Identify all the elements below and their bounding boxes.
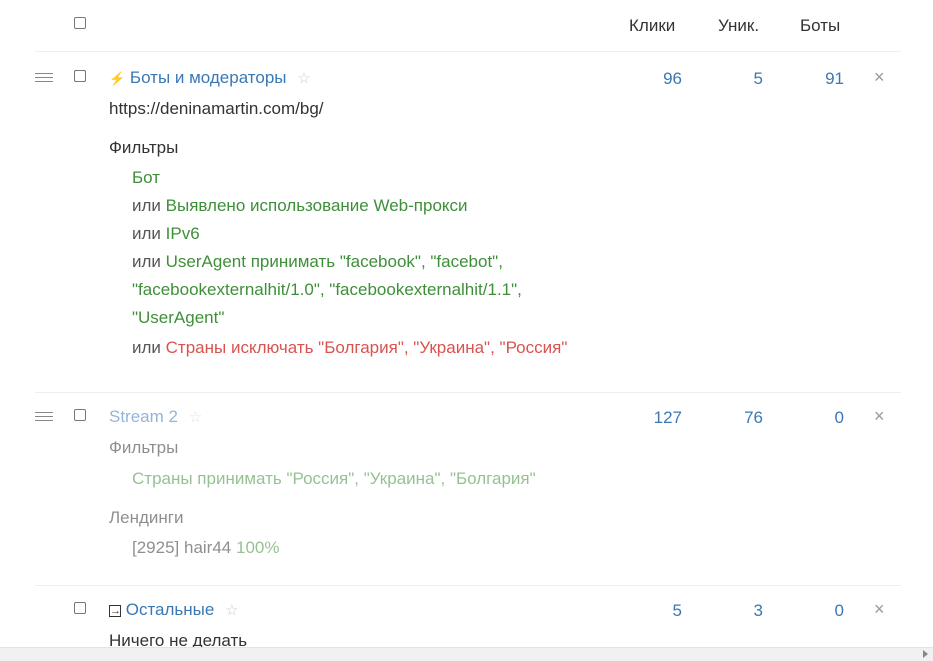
stream-bots[interactable]: 0 [784, 408, 844, 428]
filter-condition: или Страны исключать "Болгария", "Украин… [132, 338, 568, 357]
stream-unique[interactable]: 76 [703, 408, 763, 428]
drag-handle-icon[interactable] [35, 412, 53, 422]
horizontal-scrollbar[interactable] [0, 647, 933, 661]
close-icon[interactable]: × [874, 68, 885, 86]
scroll-right-arrow-icon[interactable] [923, 650, 928, 658]
column-header-bots[interactable]: Боты [800, 16, 840, 36]
landing-name[interactable]: [2925] hair44 [132, 538, 231, 557]
stream-unique[interactable]: 3 [703, 601, 763, 621]
stream-name-link[interactable]: Боты и модераторы [130, 68, 287, 87]
stream-bots[interactable]: 91 [784, 69, 844, 89]
row-divider [35, 585, 901, 586]
stream-checkbox[interactable] [74, 602, 86, 614]
star-icon[interactable]: ☆ [189, 409, 202, 426]
stream-clicks[interactable]: 127 [622, 408, 682, 428]
stream-bots[interactable]: 0 [784, 601, 844, 621]
exit-arrow-icon: → [109, 605, 121, 617]
landing-item: [2925] hair44 100% [132, 538, 279, 558]
stream-name-link[interactable]: Stream 2 [109, 407, 178, 426]
stream-clicks[interactable]: 96 [622, 69, 682, 89]
filter-condition: или UserAgent принимать "facebook", "fac… [132, 252, 503, 271]
stream-name-link[interactable]: Остальные [126, 600, 215, 619]
landing-share: 100% [235, 538, 280, 557]
filter-condition-continued: "UserAgent" [132, 308, 225, 327]
header-divider [35, 51, 901, 52]
stream-unique[interactable]: 5 [703, 69, 763, 89]
stream-title: ⚡ Боты и модераторы ☆ [109, 68, 311, 88]
star-icon[interactable]: ☆ [225, 602, 238, 619]
stream-checkbox[interactable] [74, 70, 86, 82]
stream-checkbox[interactable] [74, 409, 86, 421]
filters-label: Фильтры [109, 438, 179, 457]
filter-condition: или Выявлено использование Web-прокси [132, 196, 468, 215]
drag-handle-icon[interactable] [35, 73, 53, 83]
row-divider [35, 392, 901, 393]
filters-label: Фильтры [109, 138, 179, 157]
select-all-checkbox[interactable] [74, 17, 86, 29]
close-icon[interactable]: × [874, 407, 885, 425]
stream-clicks[interactable]: 5 [622, 601, 682, 621]
filter-condition-continued: "facebookexternalhit/1.0", "facebookexte… [132, 280, 522, 299]
star-icon[interactable]: ☆ [297, 70, 310, 87]
filter-conditions: Бот или Выявлено использование Web-прокс… [132, 164, 652, 362]
stream-title: → Остальные ☆ [109, 600, 239, 620]
bolt-icon: ⚡ [109, 71, 126, 86]
column-header-unique[interactable]: Уник. [718, 16, 759, 36]
close-icon[interactable]: × [874, 600, 885, 618]
filter-condition: Бот [132, 168, 161, 187]
landings-label: Лендинги [109, 508, 184, 527]
filter-condition: или IPv6 [132, 224, 200, 243]
filter-condition: Страны принимать "Россия", "Украина", "Б… [132, 469, 536, 488]
stream-url: https://deninamartin.com/bg/ [109, 99, 324, 118]
stream-title: Stream 2 ☆ [109, 407, 202, 427]
column-header-clicks[interactable]: Клики [629, 16, 675, 36]
